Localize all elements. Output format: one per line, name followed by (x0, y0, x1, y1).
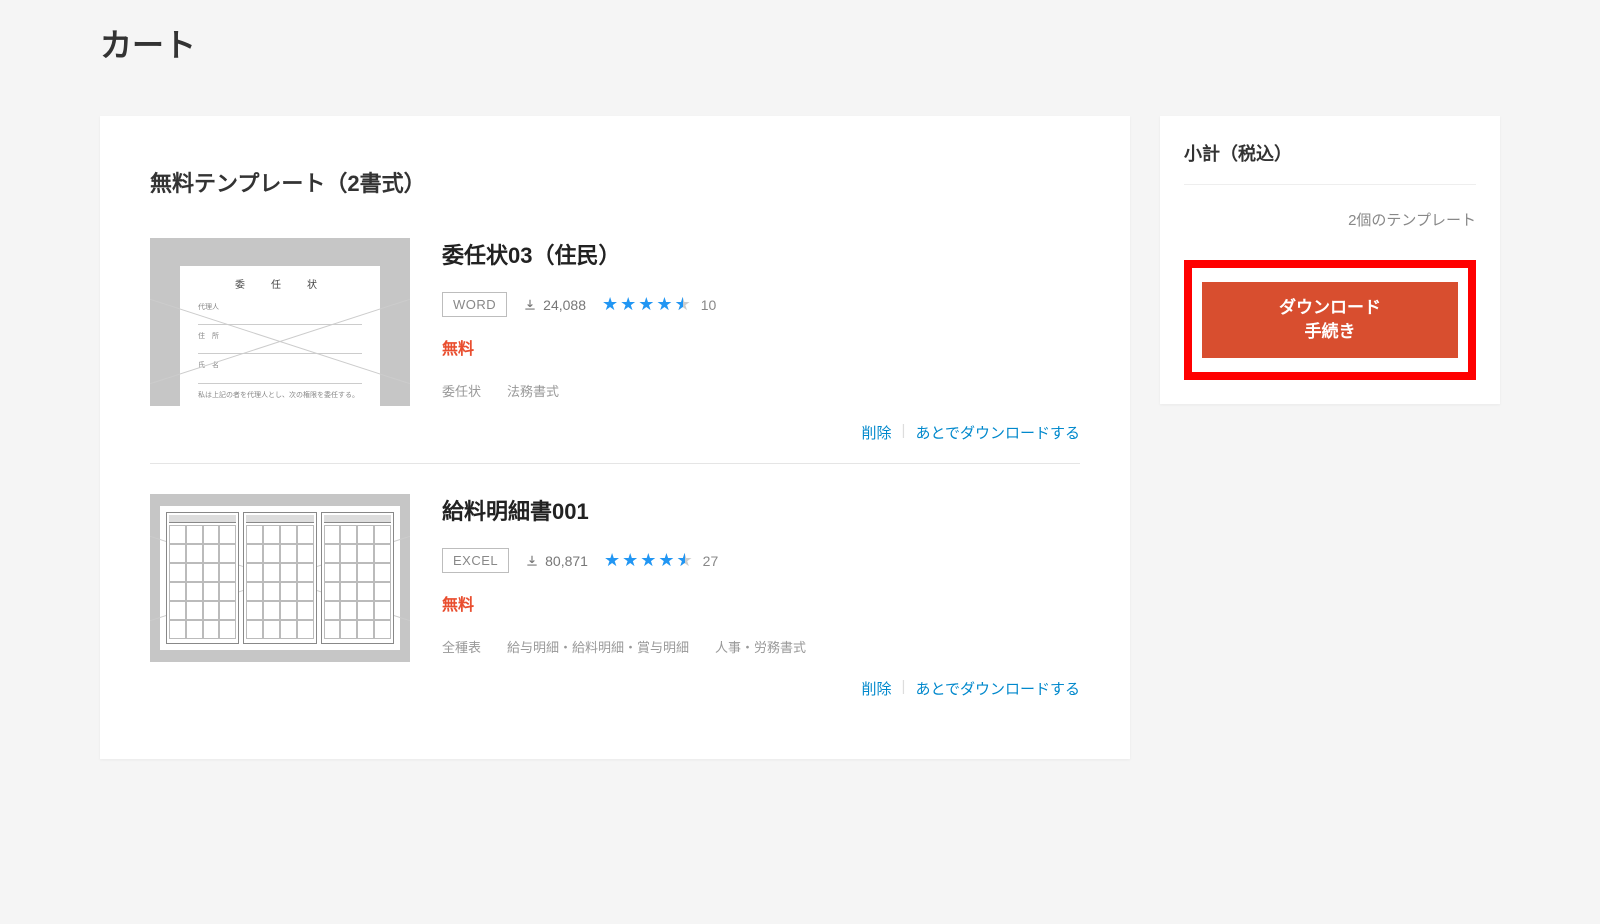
cart-item: 委 任 状 代理人 住 所 氏 名 私は上記の者を代理人とし、次の権限を委任する… (150, 238, 1080, 464)
star-icon: ★ (658, 550, 674, 571)
download-icon (525, 554, 539, 568)
download-icon (523, 298, 537, 312)
star-icon: ★ (656, 294, 672, 315)
separator: | (902, 678, 906, 699)
cart-item: 給料明細書001 EXCEL 80,871 ★ ★ ★ ★ ★ (150, 494, 1080, 719)
item-title[interactable]: 委任状03（住民） (442, 238, 1080, 270)
section-heading: 無料テンプレート（2書式） (150, 166, 1080, 198)
star-half-icon: ★ (675, 294, 691, 315)
template-count: 2個のテンプレート (1184, 185, 1476, 260)
star-icon: ★ (640, 550, 656, 571)
subtotal-title: 小計（税込） (1184, 140, 1476, 185)
separator: | (902, 422, 906, 443)
delete-link[interactable]: 削除 (862, 422, 892, 443)
star-rating: ★ ★ ★ ★ ★ 10 (602, 294, 716, 315)
star-half-icon: ★ (677, 550, 693, 571)
star-icon: ★ (638, 294, 654, 315)
star-icon: ★ (622, 550, 638, 571)
star-rating: ★ ★ ★ ★ ★ 27 (604, 550, 718, 571)
item-thumbnail[interactable] (150, 494, 410, 662)
download-proceed-button[interactable]: ダウンロード 手続き (1202, 282, 1458, 358)
file-type-badge: WORD (442, 292, 507, 317)
download-later-link[interactable]: あとでダウンロードする (915, 422, 1080, 443)
star-icon: ★ (620, 294, 636, 315)
star-icon: ★ (602, 294, 618, 315)
item-price: 無料 (442, 591, 1080, 615)
download-count: 24,088 (523, 297, 586, 313)
item-title[interactable]: 給料明細書001 (442, 494, 1080, 526)
star-icon: ★ (604, 550, 620, 571)
rating-count: 27 (703, 553, 719, 569)
item-thumbnail[interactable]: 委 任 状 代理人 住 所 氏 名 私は上記の者を代理人とし、次の権限を委任する… (150, 238, 410, 406)
page-title: カート (100, 20, 1500, 66)
file-type-badge: EXCEL (442, 548, 509, 573)
download-count: 80,871 (525, 553, 588, 569)
cart-items-panel: 無料テンプレート（2書式） 委 任 状 代理人 住 所 氏 名 私は上記の者を代 (100, 116, 1130, 759)
item-tags: 委任状 法務書式 (442, 381, 1080, 400)
item-tags: 全種表 給与明細・給料明細・賞与明細 人事・労務書式 (442, 637, 1080, 656)
download-later-link[interactable]: あとでダウンロードする (915, 678, 1080, 699)
rating-count: 10 (701, 297, 717, 313)
subtotal-panel: 小計（税込） 2個のテンプレート ダウンロード 手続き (1160, 116, 1500, 404)
delete-link[interactable]: 削除 (862, 678, 892, 699)
item-price: 無料 (442, 335, 1080, 359)
cta-highlight-box: ダウンロード 手続き (1184, 260, 1476, 380)
